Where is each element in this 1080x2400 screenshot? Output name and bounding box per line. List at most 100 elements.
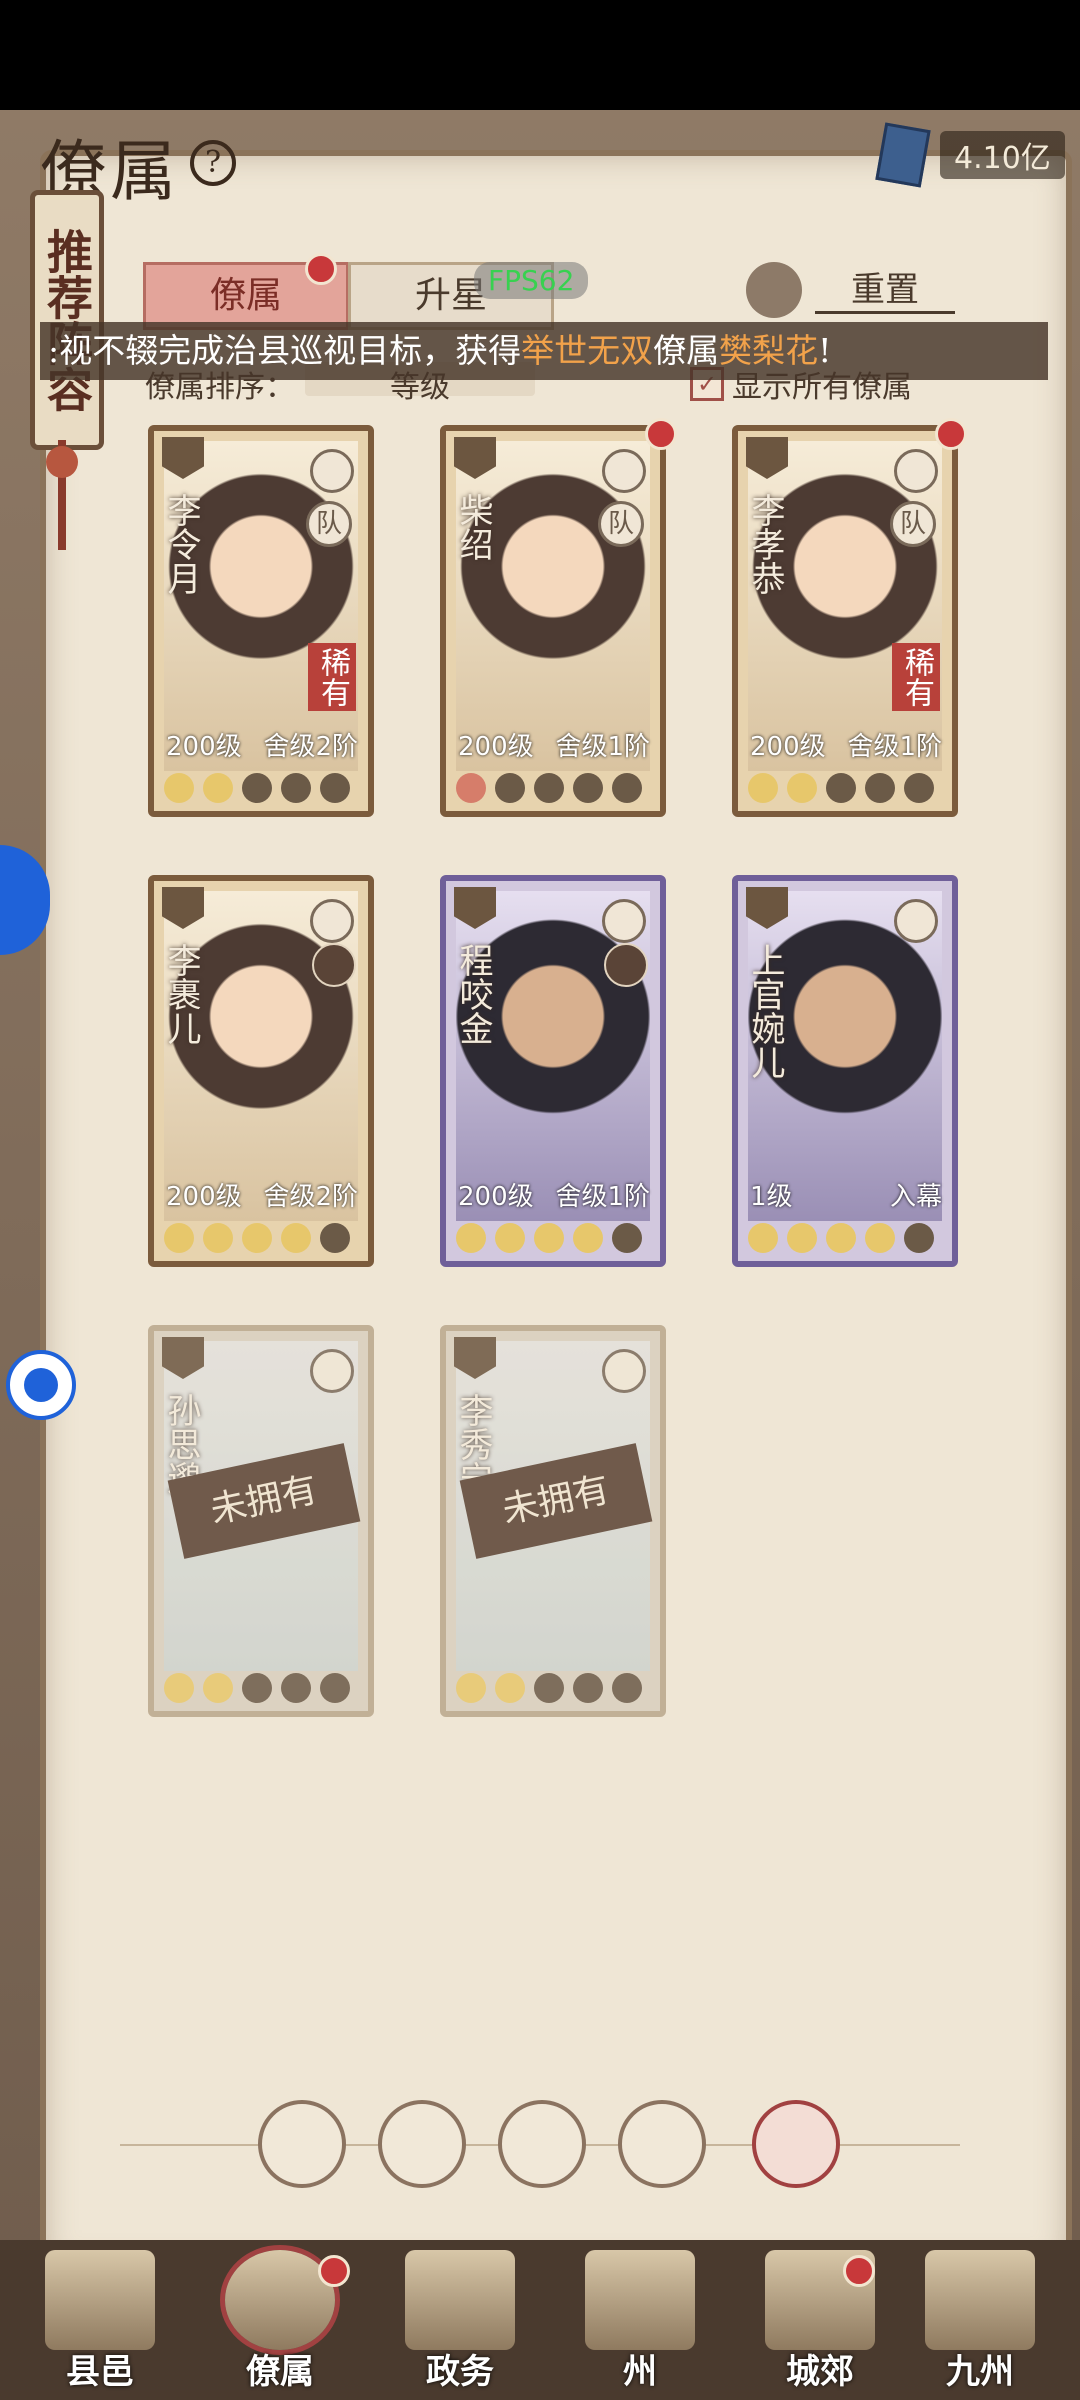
retinue-card[interactable]: 李令月 队 稀有 200级 舍级2阶 [148, 425, 374, 817]
help-icon[interactable]: ? [190, 140, 236, 186]
announcement-banner: :视不辍完成治县巡视目标，获得举世无双僚属樊梨花! [40, 322, 1048, 380]
nav-label: 僚属 [246, 2352, 314, 2392]
currency-display: 4.10亿 [875, 122, 1065, 188]
moon-rating [164, 1223, 350, 1253]
retinue-level: 200级 [750, 732, 826, 762]
filter-fan-icon[interactable] [618, 2100, 706, 2188]
retinue-name: 程咬金 [453, 943, 493, 1045]
nav-affairs[interactable]: 政务 [385, 2250, 535, 2400]
notification-dot [318, 2255, 350, 2287]
map-scroll-icon [925, 2250, 1035, 2350]
moon-icon [573, 1673, 603, 1703]
retinue-card[interactable]: 李孝恭 队 稀有 200级 舍级1阶 [732, 425, 958, 817]
tassel-knot-decoration [46, 446, 78, 478]
moon-icon [573, 1223, 603, 1253]
shield-icon [894, 449, 938, 493]
moon-icon [787, 1223, 817, 1253]
moon-icon [612, 1223, 642, 1253]
hat-icon [894, 899, 938, 943]
moon-icon [281, 1223, 311, 1253]
moon-icon [320, 773, 350, 803]
filter-teapot-icon[interactable] [498, 2100, 586, 2188]
nav-label: 政务 [426, 2352, 494, 2392]
moon-icon [826, 773, 856, 803]
moon-icon [203, 773, 233, 803]
filter-all-icon[interactable] [258, 2100, 346, 2188]
reset-button[interactable]: 重置 [815, 262, 955, 314]
moon-icon [164, 1223, 194, 1253]
filter-hat-icon[interactable] [378, 2100, 466, 2188]
sword-icon [602, 449, 646, 493]
moon-icon [865, 1223, 895, 1253]
retinue-name: 李孝恭 [745, 493, 785, 595]
nav-nine-states[interactable]: 九州 [905, 2250, 1055, 2400]
currency-value: 4.10亿 [940, 131, 1065, 179]
moon-icon [203, 1673, 233, 1703]
notification-dot [305, 253, 337, 285]
partner-avatar [312, 943, 356, 987]
moon-icon [242, 1223, 272, 1253]
moon-icon [456, 1673, 486, 1703]
moon-icon [904, 1223, 934, 1253]
recommend-lineup-button[interactable]: 推荐阵容 [30, 190, 104, 450]
moon-icon [904, 773, 934, 803]
retinue-level: 200级 [166, 1182, 242, 1212]
team-badge: 队 [598, 501, 644, 547]
moon-icon [164, 1673, 194, 1703]
moon-rating [456, 1673, 642, 1703]
moon-icon [748, 773, 778, 803]
moon-icon [612, 1673, 642, 1703]
nav-prefecture[interactable]: 州 [565, 2250, 715, 2400]
nav-label: 州 [623, 2352, 657, 2392]
retinue-name: 李裹儿 [161, 943, 201, 1045]
nav-label: 县邑 [66, 2352, 134, 2392]
banner-suffix: ! [818, 331, 832, 370]
notification-dot [935, 418, 967, 450]
moon-icon [534, 773, 564, 803]
retinue-name: 上官婉儿 [745, 943, 785, 1079]
retinue-rank: 入幕 [889, 1182, 942, 1212]
retinue-rank: 舍级1阶 [555, 732, 650, 762]
retinue-card-locked[interactable]: 李秀宁 未拥有 [440, 1325, 666, 1717]
moon-icon [456, 773, 486, 803]
moon-rating [748, 773, 934, 803]
banner-tag: 举世无双 [521, 331, 654, 370]
retinue-card[interactable]: 程咬金 200级 舍级1阶 [440, 875, 666, 1267]
moon-icon [826, 1223, 856, 1253]
moon-icon [534, 1223, 564, 1253]
moon-icon [495, 1223, 525, 1253]
moon-icon [495, 1673, 525, 1703]
retinue-level: 1级 [750, 1182, 793, 1212]
moon-icon [242, 773, 272, 803]
floating-bubble-icon[interactable] [6, 1350, 76, 1420]
banner-prefix: :视不辍完成治县巡视目标，获得 [48, 331, 522, 370]
moon-icon [320, 1223, 350, 1253]
moon-icon [320, 1673, 350, 1703]
moon-icon [787, 773, 817, 803]
moon-rating [164, 1673, 350, 1703]
retinue-level: 200级 [166, 732, 242, 762]
moon-icon [281, 773, 311, 803]
retinue-level: 200级 [458, 1182, 534, 1212]
filter-emblem-icon[interactable] [752, 2100, 840, 2188]
retinue-card[interactable]: 柴绍 队 200级 舍级1阶 [440, 425, 666, 817]
moon-icon [281, 1673, 311, 1703]
moon-icon [456, 1223, 486, 1253]
nav-county[interactable]: 县邑 [25, 2250, 175, 2400]
moon-icon [573, 773, 603, 803]
moon-icon [164, 773, 194, 803]
yin-yang-icon [310, 449, 354, 493]
retinue-rank: 舍级2阶 [263, 1182, 358, 1212]
reset-icon[interactable] [746, 262, 802, 318]
book-currency-icon [875, 122, 931, 188]
retinue-card[interactable]: 李裹儿 200级 舍级2阶 [148, 875, 374, 1267]
retinue-name: 柴绍 [453, 493, 493, 561]
moon-icon [495, 773, 525, 803]
sword-icon [602, 1349, 646, 1393]
moon-icon [203, 1223, 233, 1253]
nav-label: 城郊 [786, 2352, 854, 2392]
moon-icon [748, 1223, 778, 1253]
retinue-card-locked[interactable]: 孙思邈 未拥有 [148, 1325, 374, 1717]
moon-rating [164, 773, 350, 803]
retinue-card[interactable]: 上官婉儿 1级 入幕 [732, 875, 958, 1267]
